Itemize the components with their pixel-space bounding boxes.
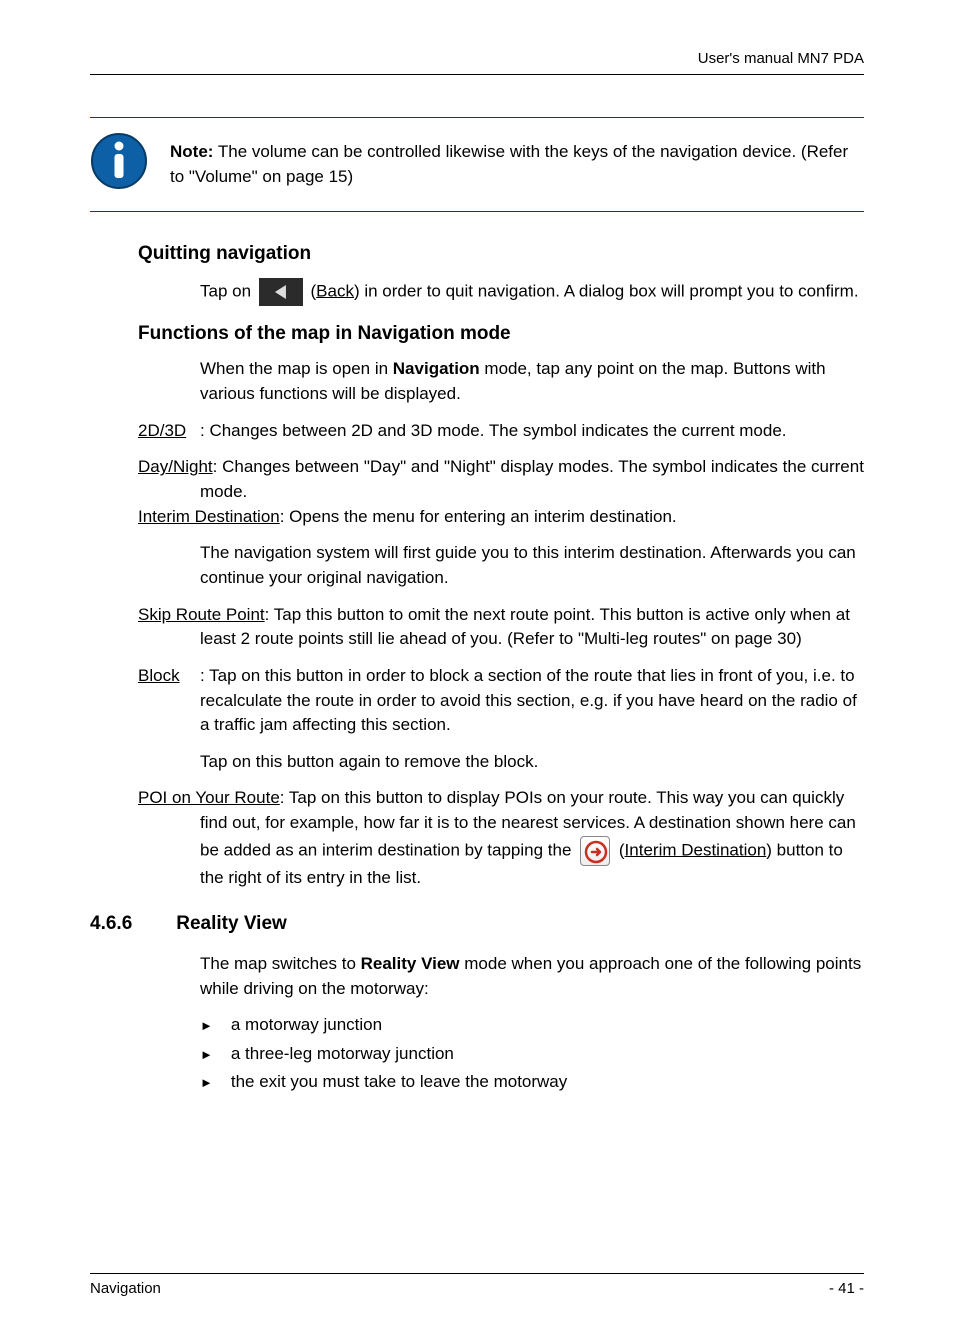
item-block-cont: Tap on this button again to remove the b… [200, 750, 864, 775]
item-2d3d-text: : Changes between 2D and 3D mode. The sy… [200, 419, 864, 444]
back-icon [259, 278, 303, 306]
note-callout: Note: The volume can be controlled likew… [90, 117, 864, 213]
heading-quitting-navigation: Quitting navigation [138, 240, 864, 268]
back-link[interactable]: Back [316, 281, 354, 300]
bullet-icon: ► [200, 1074, 213, 1093]
list-item: ► the exit you must take to leave the mot… [200, 1070, 864, 1095]
functions-intro-bold: Navigation [393, 359, 480, 378]
list-item: ► a three-leg motorway junction [200, 1042, 864, 1067]
header-right-text: User's manual MN7 PDA [698, 50, 864, 67]
bullet-text: the exit you must take to leave the moto… [231, 1070, 567, 1095]
functions-intro: When the map is open in Navigation mode,… [200, 357, 864, 406]
quit-paragraph: Tap on (Back) in order to quit navigatio… [200, 278, 864, 306]
item-block-text: : Tap on this button in order to block a… [200, 664, 864, 738]
item-skip: Skip Route Point: Tap this button to omi… [138, 603, 864, 652]
reality-intro-bold: Reality View [361, 954, 460, 973]
reality-intro: The map switches to Reality View mode wh… [200, 952, 864, 1001]
item-interim: Interim Destination: Opens the menu for … [138, 505, 864, 530]
note-label: Note: [170, 142, 213, 161]
info-icon [90, 132, 148, 198]
item-skip-text: : Tap this button to omit the next route… [200, 605, 850, 649]
note-body: The volume can be controlled likewise wi… [170, 142, 848, 186]
item-poi: POI on Your Route: Tap on this button to… [138, 786, 864, 890]
item-interim-cont: The navigation system will first guide y… [200, 541, 864, 590]
item-interim-label: Interim Destination [138, 507, 280, 526]
bullet-icon: ► [200, 1046, 213, 1065]
item-daynight-label: Day/Night [138, 457, 213, 476]
footer-right: - 41 - [829, 1278, 864, 1300]
page-header: User's manual MN7 PDA [90, 48, 864, 75]
interim-destination-link[interactable]: Interim Destination [625, 840, 767, 859]
item-daynight: Day/Night: Changes between "Day" and "Ni… [138, 455, 864, 504]
section-title: Reality View [176, 910, 287, 938]
footer-left: Navigation [90, 1278, 161, 1300]
bullet-text: a three-leg motorway junction [231, 1042, 454, 1067]
page-footer: Navigation - 41 - [90, 1273, 864, 1300]
reality-intro-pre: The map switches to [200, 954, 361, 973]
quit-tap-prefix: Tap on [200, 281, 256, 300]
item-2d3d-label: 2D/3D [138, 419, 200, 444]
quit-tap-suffix: ) in order to quit navigation. A dialog … [354, 281, 859, 300]
list-item: ► a motorway junction [200, 1013, 864, 1038]
item-2d3d: 2D/3D : Changes between 2D and 3D mode. … [138, 419, 864, 444]
bullet-icon: ► [200, 1017, 213, 1036]
interim-destination-icon [580, 836, 610, 866]
item-block-label: Block [138, 664, 200, 738]
reality-bullet-list: ► a motorway junction ► a three-leg motorw… [200, 1013, 864, 1095]
note-text: Note: The volume can be controlled likew… [170, 140, 864, 189]
heading-functions-map: Functions of the map in Navigation mode [138, 320, 864, 348]
item-block: Block : Tap on this button in order to b… [138, 664, 864, 738]
bullet-text: a motorway junction [231, 1013, 382, 1038]
functions-intro-pre: When the map is open in [200, 359, 393, 378]
section-number: 4.6.6 [90, 910, 132, 938]
section-heading-reality-view: 4.6.6 Reality View [90, 910, 864, 938]
item-daynight-text: : Changes between "Day" and "Night" disp… [200, 457, 864, 501]
item-interim-text: : Opens the menu for entering an interim… [280, 507, 677, 526]
item-skip-label: Skip Route Point [138, 605, 265, 624]
item-poi-label: POI on Your Route [138, 788, 280, 807]
